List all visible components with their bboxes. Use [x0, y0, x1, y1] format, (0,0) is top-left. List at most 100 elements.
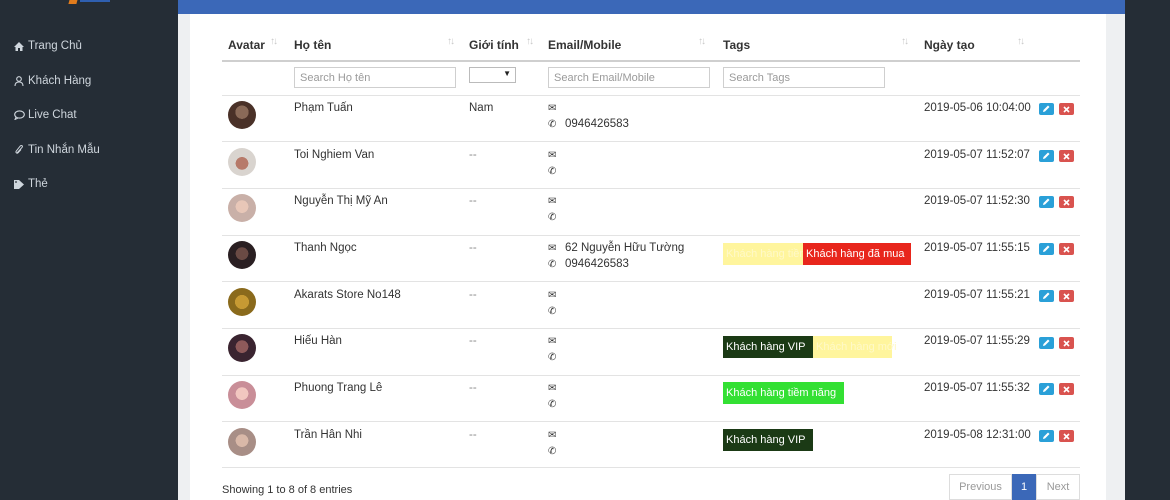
sidebar-item-tin-nhan-mau[interactable]: Tin Nhắn Mẫu — [12, 141, 100, 159]
sidebar-item-khach-hang[interactable]: Khách Hàng — [12, 72, 91, 90]
sidebar-item-the[interactable]: Thẻ — [12, 175, 48, 193]
avatar — [228, 428, 256, 456]
sidebar: Trang Chủ Khách Hàng Live Chat Tin Nhắn … — [0, 0, 178, 500]
gender-filter-select[interactable]: ▼ — [469, 67, 516, 83]
edit-button[interactable] — [1039, 243, 1054, 255]
customer-name[interactable]: Toi Nghiem Van — [294, 149, 374, 161]
delete-button[interactable] — [1059, 290, 1074, 302]
tags-icon — [12, 179, 26, 189]
phone-line: ✆ — [548, 398, 565, 410]
delete-button[interactable] — [1059, 430, 1074, 442]
phone-icon: ✆ — [548, 446, 557, 457]
right-edge — [1125, 0, 1170, 500]
app-logo — [68, 0, 114, 6]
delete-button[interactable] — [1059, 383, 1074, 395]
search-tags-input[interactable] — [723, 67, 885, 88]
pagination-next-button[interactable]: Next — [1036, 474, 1080, 500]
envelope-icon: ✉ — [548, 290, 557, 301]
created-date: 2019-05-07 11:55:29 — [924, 335, 1030, 347]
edit-button[interactable] — [1039, 150, 1054, 162]
sidebar-item-live-chat[interactable]: Live Chat — [12, 106, 77, 124]
sort-icon[interactable]: ↑↓ — [447, 36, 455, 47]
sort-icon[interactable]: ↑↓ — [698, 36, 706, 47]
delete-button[interactable] — [1059, 196, 1074, 208]
column-header-tags[interactable]: Tags — [723, 36, 750, 54]
search-email-mobile-input[interactable] — [548, 67, 710, 88]
tag-badge[interactable]: Khách hàng tiềm năng — [723, 382, 844, 404]
customer-name[interactable]: Trần Hân Nhi — [294, 429, 362, 441]
customer-name[interactable]: Thanh Ngọc — [294, 242, 357, 254]
column-header-gender[interactable]: Giới tính — [469, 36, 519, 54]
phone-line: ✆ — [548, 351, 565, 363]
sort-icon[interactable]: ↑↓ — [270, 36, 278, 47]
phone-icon: ✆ — [548, 212, 557, 223]
edit-button[interactable] — [1039, 290, 1054, 302]
customer-gender: -- — [469, 429, 477, 441]
phone-icon: ✆ — [548, 306, 557, 317]
pagination-previous-button[interactable]: Previous — [949, 474, 1012, 500]
edit-button[interactable] — [1039, 337, 1054, 349]
customer-gender: -- — [469, 335, 477, 347]
phone-line: ✆ 0946426583 — [548, 258, 629, 270]
phone-line: ✆ — [548, 165, 565, 177]
chat-bubble-icon — [12, 110, 26, 120]
user-icon — [12, 76, 26, 86]
paperclip-icon — [12, 145, 26, 155]
phone-icon: ✆ — [548, 399, 557, 410]
tag-badge[interactable]: Khách hàng VIP — [723, 336, 813, 358]
delete-button[interactable] — [1059, 337, 1074, 349]
created-date: 2019-05-07 11:55:21 — [924, 289, 1030, 301]
email-line: ✉ — [548, 149, 565, 161]
avatar — [228, 288, 256, 316]
column-header-email-mobile[interactable]: Email/Mobile — [548, 36, 621, 54]
avatar — [228, 381, 256, 409]
sidebar-item-label: Khách Hàng — [28, 75, 92, 87]
phone-icon: ✆ — [548, 166, 557, 177]
sort-icon[interactable]: ↑↓ — [526, 36, 534, 47]
tag-badge[interactable]: Khách hàng tiềm năng — [723, 243, 836, 265]
customer-name[interactable]: Phạm Tuấn — [294, 102, 353, 114]
edit-button[interactable] — [1039, 103, 1054, 115]
customer-name[interactable]: Hiếu Hàn — [294, 335, 342, 347]
sidebar-item-trang-chu[interactable]: Trang Chủ — [12, 37, 82, 55]
customer-name[interactable]: Akarats Store No148 — [294, 289, 401, 301]
tag-badge[interactable]: Khách hàng đã mua — [803, 243, 911, 265]
avatar — [228, 334, 256, 362]
edit-button[interactable] — [1039, 430, 1054, 442]
phone-icon: ✆ — [548, 259, 557, 270]
email-line: ✉ 62 Nguyễn Hữu Tường — [548, 242, 685, 254]
sort-icon[interactable]: ↑↓ — [901, 36, 909, 47]
edit-button[interactable] — [1039, 196, 1054, 208]
phone-line: ✆ — [548, 211, 565, 223]
envelope-icon: ✉ — [548, 336, 557, 347]
sort-icon[interactable]: ↑↓ — [1017, 36, 1025, 47]
row-divider — [222, 467, 1080, 468]
created-date: 2019-05-08 12:31:00 — [924, 429, 1031, 441]
pagination-page-button[interactable]: 1 — [1012, 474, 1036, 500]
column-header-name[interactable]: Họ tên — [294, 36, 331, 54]
email-line: ✉ — [548, 382, 565, 394]
tag-badge[interactable]: Khách hàng mới — [813, 336, 897, 358]
avatar — [228, 241, 256, 269]
sidebar-item-label: Thẻ — [28, 178, 48, 190]
search-name-input[interactable] — [294, 67, 456, 88]
phone-line: ✆ — [548, 445, 565, 457]
delete-button[interactable] — [1059, 150, 1074, 162]
email-line: ✉ — [548, 429, 565, 441]
avatar — [228, 101, 256, 129]
column-header-avatar[interactable]: Avatar — [228, 36, 265, 54]
customer-gender: -- — [469, 195, 477, 207]
tag-badge[interactable]: Khách hàng VIP — [723, 429, 813, 451]
envelope-icon: ✉ — [548, 196, 557, 207]
sidebar-item-label: Tin Nhắn Mẫu — [28, 144, 100, 156]
row-divider — [222, 328, 1080, 329]
avatar — [228, 194, 256, 222]
edit-button[interactable] — [1039, 383, 1054, 395]
phone-line: ✆ — [548, 305, 565, 317]
delete-button[interactable] — [1059, 243, 1074, 255]
column-header-created[interactable]: Ngày tạo — [924, 36, 975, 54]
customer-name[interactable]: Nguyễn Thị Mỹ An — [294, 195, 388, 207]
home-icon — [12, 41, 26, 51]
delete-button[interactable] — [1059, 103, 1074, 115]
customer-name[interactable]: Phuong Trang Lê — [294, 382, 382, 394]
